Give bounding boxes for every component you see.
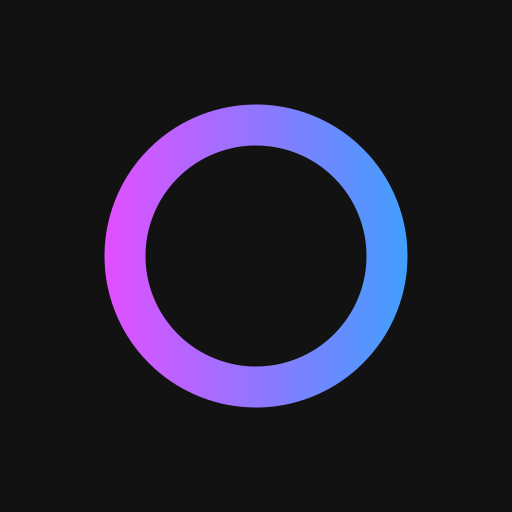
ring-icon (104, 104, 408, 408)
app-icon-canvas (0, 0, 512, 512)
ring-shape (104, 104, 408, 408)
